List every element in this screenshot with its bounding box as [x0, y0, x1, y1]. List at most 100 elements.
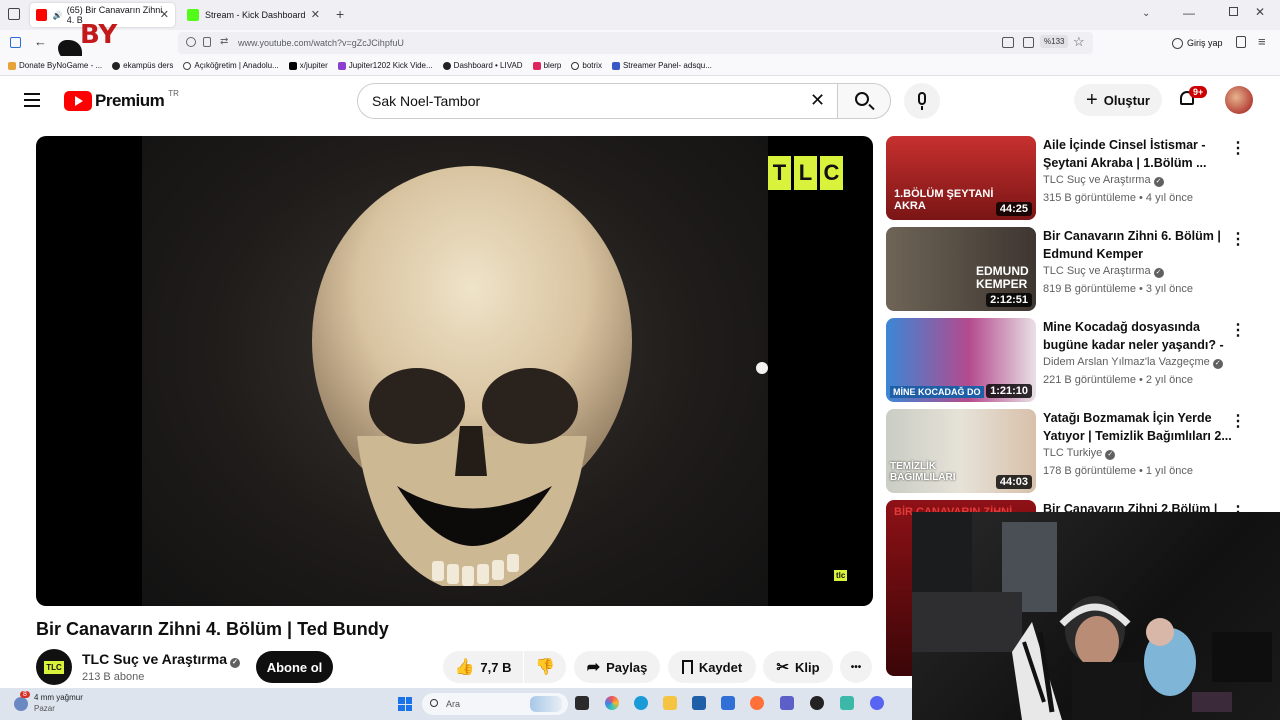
youtube-premium-logo[interactable]: Premium TR — [64, 89, 179, 112]
bookmark-item[interactable]: Streamer Panel- adsqu... — [611, 61, 712, 70]
search-placeholder: Ara — [446, 699, 461, 709]
tlc-watermark: tlc — [834, 570, 848, 581]
bookmarks-bar: Donate ByNoGame - ... ekampüs ders Açıkö… — [0, 56, 1280, 76]
video-player[interactable]: T L C tlc — [36, 136, 873, 606]
recommendation-item[interactable]: EDMUND KEMPER 2:12:51 Bir Canavarın Zihn… — [886, 227, 1266, 311]
more-options-icon[interactable]: ⋮ — [1230, 411, 1246, 431]
back-arrow-icon[interactable]: ← — [34, 34, 47, 49]
new-tab-button[interactable]: + — [336, 6, 344, 22]
channel-name-text: TLC Suç ve Araştırma — [82, 651, 227, 667]
login-button[interactable]: Giriş yap — [1172, 34, 1223, 52]
close-window-icon[interactable]: ✕ — [1255, 5, 1265, 19]
channel-logo-text: TLC — [44, 660, 64, 674]
recommendation-channel[interactable]: TLC Turkiye ✓ — [1043, 447, 1116, 460]
url-bar[interactable]: ⇄ www.youtube.com/watch?v=gZcJCihpfuU %1… — [178, 32, 1093, 54]
video-duration: 1:21:10 — [986, 384, 1032, 398]
logo-letter: T — [768, 156, 791, 190]
file-explorer-icon[interactable] — [663, 696, 677, 710]
bookmark-item[interactable]: x/jupiter — [288, 61, 328, 70]
subscribe-button[interactable]: Abone ol — [256, 651, 333, 683]
create-button[interactable]: + Oluştur — [1074, 84, 1162, 116]
lock-icon[interactable] — [203, 37, 211, 47]
reader-view-icon[interactable] — [1023, 37, 1034, 48]
more-options-icon[interactable]: ⋮ — [1230, 229, 1246, 249]
task-view-icon[interactable] — [575, 696, 589, 710]
recommendation-title[interactable]: Yatağı Bozmamak İçin Yerde Yatıyor | Tem… — [1043, 409, 1233, 445]
maximize-icon[interactable] — [1229, 7, 1238, 16]
clip-button[interactable]: ✂ Klip — [763, 651, 833, 683]
like-button[interactable]: 👍 7,7 B — [443, 651, 523, 683]
video-thumbnail[interactable]: EDMUND KEMPER 2:12:51 — [886, 227, 1036, 311]
more-options-icon[interactable]: ⋮ — [1230, 138, 1246, 158]
bookmark-star-icon[interactable]: ☆ — [1073, 34, 1085, 50]
voice-search-button[interactable] — [904, 83, 940, 119]
more-actions-button[interactable]: ••• — [840, 651, 872, 683]
firefox-icon[interactable] — [750, 696, 764, 710]
recommendation-title[interactable]: Aile İçinde Cinsel İstismar - Şeytani Ak… — [1043, 136, 1233, 172]
app-menu-icon[interactable]: ≡ — [1258, 34, 1266, 49]
recommendation-item[interactable]: 1.BÖLÜM ŞEYTANİ AKRA 44:25 Aile İçinde C… — [886, 136, 1266, 220]
search-button[interactable] — [837, 83, 891, 119]
close-tab-icon[interactable]: ✕ — [311, 8, 320, 21]
windows-start-icon[interactable] — [398, 697, 412, 711]
tab-kick[interactable]: Stream - Kick Dashboard ✕ — [181, 3, 326, 27]
tab-overflow-chevron-icon[interactable]: ⌄ — [1142, 8, 1150, 19]
user-avatar[interactable] — [1225, 86, 1253, 114]
sidebar-toggle-icon[interactable] — [10, 37, 21, 48]
clear-search-icon[interactable]: ✕ — [810, 90, 825, 111]
channel-text: TLC Suç ve Araştırma — [1043, 265, 1151, 277]
search-input[interactable]: Sak Noel-Tambor ✕ — [357, 83, 837, 119]
video-thumbnail[interactable]: MİNE KOCADAĞ DO 1:21:10 — [886, 318, 1036, 402]
share-button[interactable]: ➦ Paylaş — [574, 651, 660, 683]
recommendation-channel[interactable]: TLC Suç ve Araştırma ✓ — [1043, 265, 1164, 278]
permissions-icon[interactable]: ⇄ — [220, 36, 228, 47]
verified-icon: ✓ — [1212, 359, 1223, 369]
teams-icon[interactable] — [780, 696, 794, 710]
hamburger-menu-icon[interactable] — [24, 93, 40, 107]
video-duration: 44:25 — [995, 202, 1032, 216]
bookmark-item[interactable]: Dashboard • LIVAD — [442, 61, 523, 70]
copilot-icon[interactable] — [605, 696, 619, 710]
rain-cloud-icon — [14, 697, 28, 711]
notifications-button[interactable]: 9+ — [1178, 86, 1208, 111]
store-icon[interactable] — [692, 696, 706, 710]
close-tab-icon[interactable]: ✕ — [160, 8, 169, 21]
bookmark-item[interactable]: Donate ByNoGame - ... — [8, 61, 102, 70]
weather-widget[interactable]: 8 4 mm yağmur Pazar — [10, 691, 130, 717]
bookmark-item[interactable]: botrix — [571, 61, 602, 70]
tab-list-icon[interactable] — [8, 8, 20, 20]
recommendation-channel[interactable]: Didem Arslan Yılmaz'la Vazgeçme ✓ — [1043, 356, 1223, 369]
recommendation-title[interactable]: Bir Canavarın Zihni 6. Bölüm | Edmund Ke… — [1043, 227, 1233, 263]
extensions-icon[interactable] — [1236, 36, 1246, 48]
minimize-icon[interactable]: — — [1183, 6, 1195, 20]
skull-image — [312, 166, 768, 586]
clip-label: Klip — [795, 659, 820, 675]
screenshot-icon[interactable] — [1002, 37, 1014, 48]
video-thumbnail[interactable]: 1.BÖLÜM ŞEYTANİ AKRA 44:25 — [886, 136, 1036, 220]
channel-avatar[interactable]: TLC — [36, 649, 72, 685]
webcam-scene — [912, 512, 1272, 720]
obs-icon[interactable] — [810, 696, 824, 710]
save-button[interactable]: Kaydet — [668, 651, 756, 683]
taskbar-search-input[interactable]: Ara — [422, 693, 568, 715]
edge-icon[interactable] — [634, 696, 648, 710]
search-icon — [430, 699, 438, 707]
discord-icon[interactable] — [870, 696, 884, 710]
more-options-icon[interactable]: ⋮ — [1230, 320, 1246, 340]
bookmark-item[interactable]: Açıköğretim | Anadolu... — [183, 61, 279, 70]
bookmark-label: blerp — [543, 61, 562, 70]
recommendation-item[interactable]: MİNE KOCADAĞ DO 1:21:10 Mine Kocadağ dos… — [886, 318, 1266, 402]
dislike-button[interactable]: 👎 — [524, 651, 566, 683]
recommendation-item[interactable]: TEMİZLİK BAĞIMLILARI 44:03 Yatağı Bozmam… — [886, 409, 1266, 493]
recommendation-channel[interactable]: TLC Suç ve Araştırma ✓ — [1043, 174, 1164, 187]
channel-name[interactable]: TLC Suç ve Araştırma ✓ — [82, 651, 240, 668]
recommendation-title[interactable]: Mine Kocadağ dosyasında bugüne kadar nel… — [1043, 318, 1233, 354]
app-icon[interactable] — [840, 696, 854, 710]
bookmark-item[interactable]: blerp — [532, 61, 562, 70]
zoom-level[interactable]: %133 — [1040, 35, 1069, 48]
shield-icon[interactable] — [186, 37, 196, 47]
outlook-icon[interactable] — [721, 696, 735, 710]
video-thumbnail[interactable]: TEMİZLİK BAĞIMLILARI 44:03 — [886, 409, 1036, 493]
bookmark-item[interactable]: ekampüs ders — [112, 61, 173, 70]
bookmark-item[interactable]: Jupiter1202 Kick Vide... — [337, 61, 433, 70]
